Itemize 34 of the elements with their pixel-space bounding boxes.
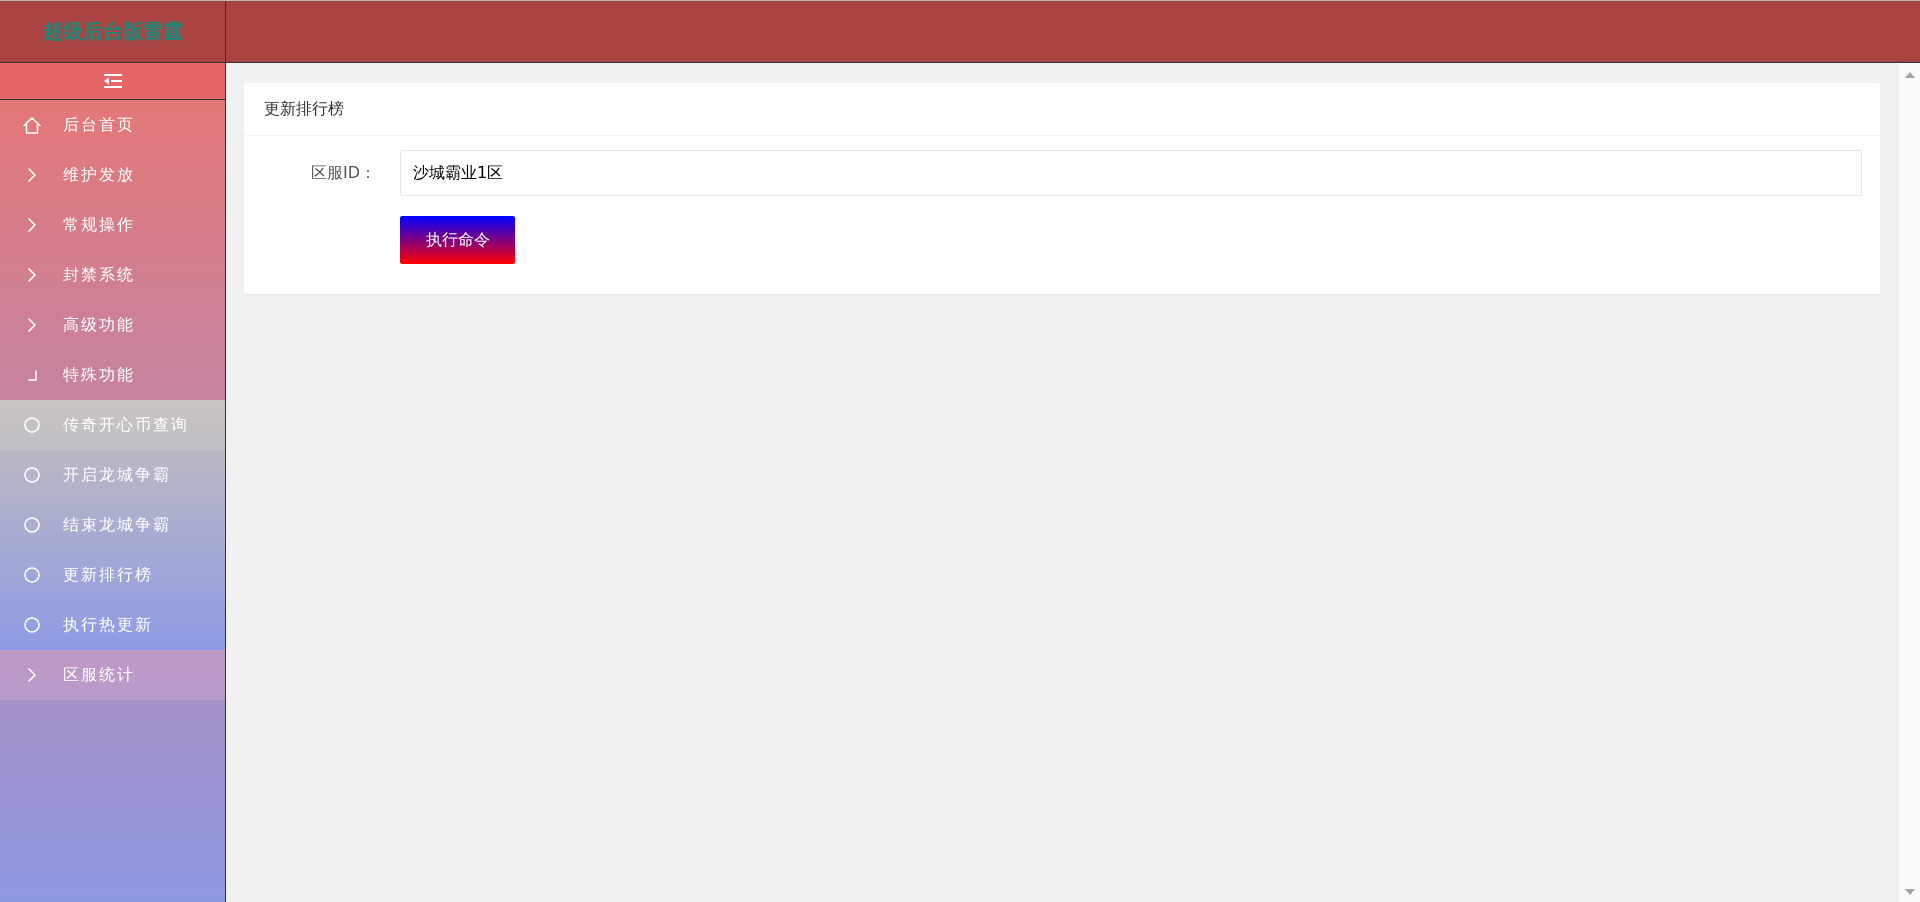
field-label: 区服ID： — [309, 162, 377, 184]
logo-title: 超级后台版雷霆 — [0, 1, 226, 62]
menu-icon — [103, 74, 122, 88]
corner-icon — [27, 369, 37, 381]
chevron-right-icon — [28, 668, 36, 682]
circle-icon — [24, 617, 40, 633]
sidebar-menu-item[interactable]: 特殊功能 — [0, 350, 225, 400]
scroll-up-arrow-icon[interactable] — [1904, 72, 1915, 78]
submenu-item[interactable]: 开启龙城争霸 — [0, 450, 225, 500]
card-title: 更新排行榜 — [244, 83, 1880, 136]
circle-icon — [24, 417, 40, 433]
chevron-right-icon — [28, 218, 36, 232]
circle-icon — [24, 567, 40, 583]
scrollbar[interactable] — [1899, 63, 1920, 902]
submenu-item[interactable]: 更新排行榜 — [0, 550, 225, 600]
circle-icon — [24, 467, 40, 483]
sidebar-menu-item[interactable]: 维护发放 — [0, 150, 225, 200]
sidebar-menu-item[interactable]: 常规操作 — [0, 200, 225, 250]
submenu-item[interactable]: 结束龙城争霸 — [0, 500, 225, 550]
sidebar-menu-item[interactable]: 高级功能 — [0, 300, 225, 350]
chevron-right-icon — [28, 168, 36, 182]
circle-icon — [24, 517, 40, 533]
sidebar-toggle-button[interactable] — [0, 63, 225, 100]
submenu-item[interactable]: 执行热更新 — [0, 600, 225, 650]
submenu-item[interactable]: 传奇开心币查询 — [0, 400, 225, 450]
execute-button[interactable]: 执行命令 — [400, 216, 515, 264]
home-icon — [23, 116, 41, 134]
sidebar-menu-item[interactable]: 后台首页 — [0, 100, 225, 150]
sidebar-menu-item[interactable]: 区服统计 — [0, 650, 225, 700]
text-input-field[interactable]: 沙城霸业1区 — [400, 150, 1862, 196]
scroll-down-arrow-icon[interactable] — [1904, 889, 1915, 895]
sidebar-menu-item[interactable]: 封禁系统 — [0, 250, 225, 300]
chevron-right-icon — [28, 268, 36, 282]
chevron-right-icon — [28, 318, 36, 332]
